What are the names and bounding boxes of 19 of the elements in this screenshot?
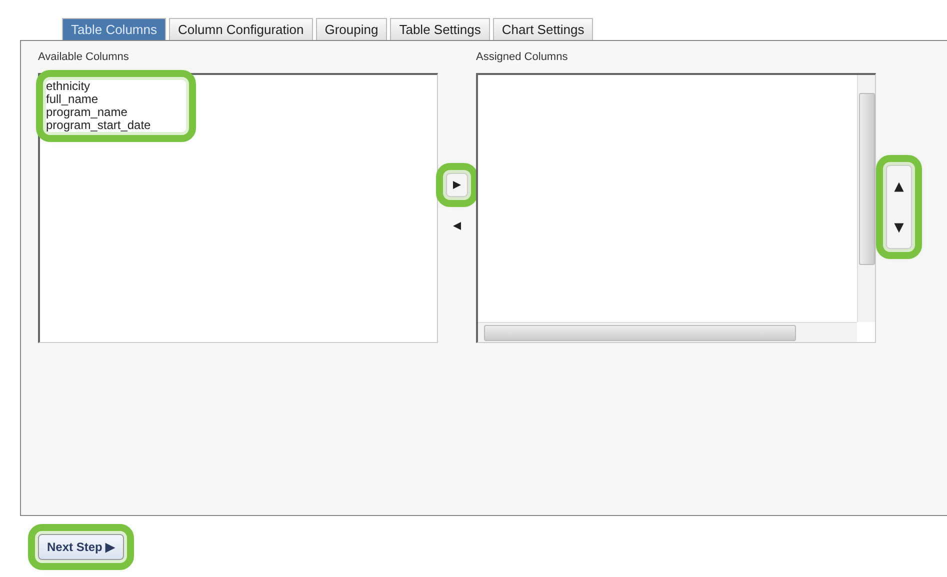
tab[interactable]: Chart Settings: [492, 18, 594, 40]
horizontal-scrollbar[interactable]: [478, 322, 857, 342]
move-down-button[interactable]: [892, 220, 906, 234]
down-triangle-icon: [893, 222, 905, 234]
tab[interactable]: Table Columns: [62, 18, 166, 40]
list-item[interactable]: program_name: [46, 106, 186, 119]
list-item[interactable]: full_name: [46, 93, 186, 106]
tab[interactable]: Grouping: [316, 18, 388, 40]
vertical-scrollbar[interactable]: [857, 75, 875, 322]
right-triangle-icon: [452, 180, 462, 190]
left-triangle-icon: [452, 221, 462, 231]
tab[interactable]: Column Configuration: [169, 18, 313, 40]
list-item[interactable]: ethnicity: [46, 80, 186, 93]
available-columns-label: Available Columns: [38, 51, 130, 65]
move-up-button[interactable]: [892, 180, 906, 194]
tab[interactable]: Table Settings: [390, 18, 490, 40]
list-item[interactable]: program_start_date: [46, 119, 186, 132]
assigned-columns-label: Assigned Columns: [476, 51, 569, 65]
up-triangle-icon: [893, 180, 905, 192]
